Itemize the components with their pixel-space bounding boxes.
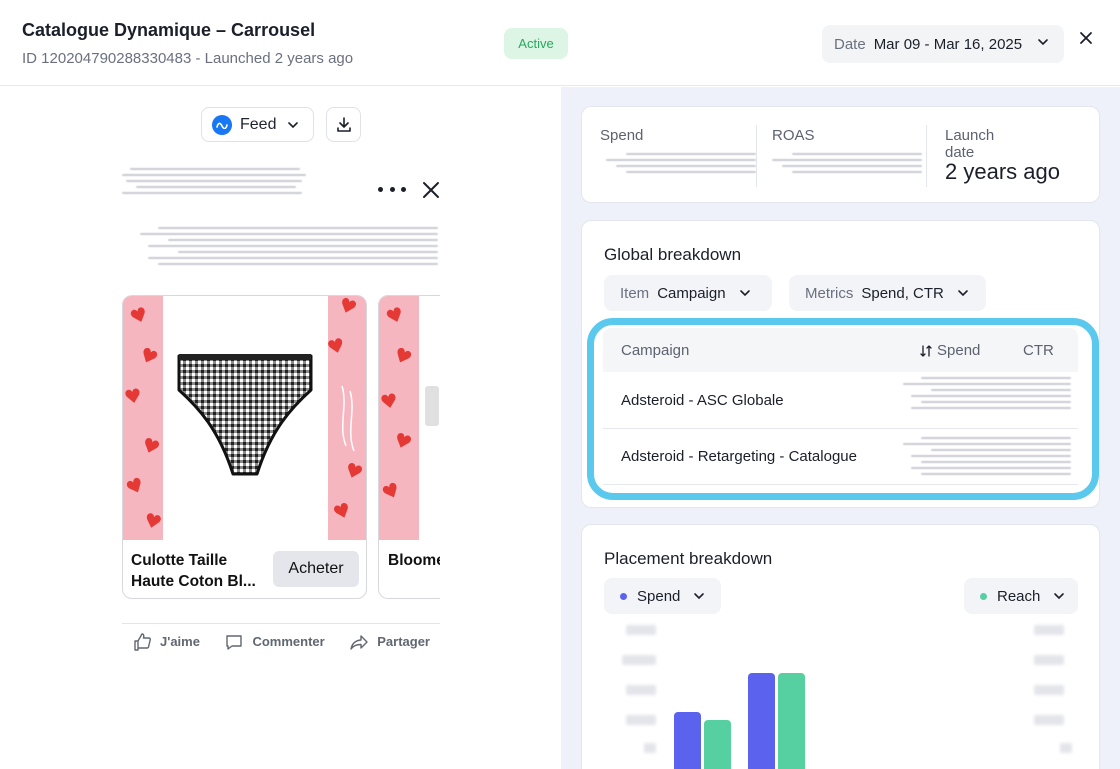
blurred-axis-tick bbox=[1034, 715, 1064, 725]
date-label: Date bbox=[834, 35, 866, 53]
divider bbox=[926, 125, 927, 187]
metrics-value: Spend, CTR bbox=[861, 284, 944, 302]
blurred-axis-tick bbox=[622, 655, 656, 665]
chevron-down-icon bbox=[739, 290, 750, 297]
column-header-spend-label: Spend bbox=[937, 342, 981, 359]
item-select[interactable]: Item Campaign bbox=[604, 275, 772, 311]
column-header-campaign[interactable]: Campaign bbox=[621, 342, 689, 359]
blurred-axis-tick bbox=[1034, 685, 1064, 695]
launch-date-value: 2 years ago bbox=[945, 159, 1060, 184]
item-label: Item bbox=[620, 284, 650, 302]
bar-reach-1[interactable] bbox=[704, 720, 731, 769]
product-image bbox=[123, 296, 366, 540]
campaign-name: Adsteroid - ASC Globale bbox=[621, 392, 784, 409]
blurred-axis-tick bbox=[626, 685, 656, 695]
hearts-pattern bbox=[328, 296, 366, 540]
blurred-axis-tick bbox=[626, 625, 656, 635]
right-metric-value: Reach bbox=[997, 587, 1041, 605]
ad-preview-pane: Feed Culotte Taille Haute Coton Bl... Ac… bbox=[0, 87, 560, 769]
left-metric-select[interactable]: Spend bbox=[604, 578, 721, 614]
status-badge: Active bbox=[504, 28, 568, 59]
close-post-icon[interactable] bbox=[420, 179, 442, 201]
carousel-card[interactable]: Bloomers BIO - B bbox=[378, 295, 440, 599]
carousel-card[interactable]: Culotte Taille Haute Coton Bl... Acheter bbox=[122, 295, 367, 599]
date-range-button[interactable]: Date Mar 09 - Mar 16, 2025 bbox=[822, 25, 1064, 63]
right-metric-select[interactable]: Reach bbox=[964, 578, 1078, 614]
close-button[interactable] bbox=[1074, 26, 1098, 50]
like-label: J'aime bbox=[160, 634, 200, 649]
bar-reach-2[interactable] bbox=[778, 673, 805, 769]
meta-icon bbox=[212, 114, 232, 135]
table-row[interactable]: Adsteroid - Retargeting - Catalogue bbox=[603, 429, 1078, 485]
blurred-roas-value bbox=[772, 153, 922, 177]
download-button[interactable] bbox=[326, 107, 361, 142]
thumbs-up-icon bbox=[134, 632, 151, 651]
campaign-table: Campaign Spend CTR Adsteroid - ASC Globa… bbox=[603, 328, 1078, 488]
modal-header: Catalogue Dynamique – Carrousel ID 12020… bbox=[0, 0, 1120, 86]
hearts-pattern bbox=[123, 296, 163, 540]
roas-label: ROAS bbox=[772, 127, 815, 144]
placement-breakdown-card: Placement breakdown Spend Reach bbox=[581, 524, 1100, 769]
launch-date-label: Launch date bbox=[945, 127, 995, 161]
column-header-ctr[interactable]: CTR bbox=[1023, 342, 1054, 359]
product-title: Culotte Taille Haute Coton Bl... bbox=[131, 552, 256, 590]
ad-title: Catalogue Dynamique – Carrousel bbox=[22, 20, 316, 40]
metrics-label: Metrics bbox=[805, 284, 854, 302]
hearts-pattern bbox=[379, 296, 419, 540]
carousel-card-2-clip: Bloomers BIO - B bbox=[378, 287, 440, 607]
metrics-select[interactable]: Metrics Spend, CTR bbox=[789, 275, 986, 311]
sort-icon bbox=[920, 344, 932, 357]
table-row[interactable]: Adsteroid - ASC Globale bbox=[603, 373, 1078, 429]
global-breakdown-title: Global breakdown bbox=[604, 245, 742, 264]
placement-breakdown-title: Placement breakdown bbox=[604, 549, 773, 568]
reach-legend-dot bbox=[980, 592, 987, 600]
left-metric-value: Spend bbox=[637, 587, 681, 605]
date-value: Mar 09 - Mar 16, 2025 bbox=[873, 35, 1023, 53]
blurred-row-values bbox=[903, 377, 1071, 413]
stats-card: Spend ROAS Launch date 2 years ago bbox=[581, 106, 1100, 203]
blurred-page-name bbox=[122, 168, 306, 198]
blurred-axis-tick bbox=[1034, 625, 1064, 635]
blurred-axis-tick bbox=[1034, 655, 1064, 665]
placement-value: Feed bbox=[240, 115, 277, 133]
download-icon bbox=[336, 116, 351, 132]
bar-spend-1[interactable] bbox=[674, 712, 701, 769]
blurred-ad-text bbox=[140, 227, 438, 269]
comment-label: Commenter bbox=[252, 634, 325, 649]
column-header-spend[interactable]: Spend bbox=[919, 342, 980, 359]
product-image-edge bbox=[425, 386, 439, 426]
blurred-axis-tick bbox=[1060, 743, 1072, 753]
chevron-down-icon bbox=[1054, 593, 1065, 600]
chevron-down-icon bbox=[288, 121, 299, 128]
post-actions-bar: J'aime Commenter Partager bbox=[122, 623, 440, 659]
blurred-row-values bbox=[903, 437, 1071, 479]
placement-select[interactable]: Feed bbox=[201, 107, 314, 142]
cta-button[interactable]: Acheter bbox=[273, 551, 359, 587]
share-label: Partager bbox=[377, 634, 430, 649]
table-header: Campaign Spend CTR bbox=[603, 328, 1078, 372]
comment-button[interactable]: Commenter bbox=[224, 632, 325, 652]
bar-spend-2[interactable] bbox=[748, 673, 775, 769]
spend-label: Spend bbox=[600, 127, 644, 144]
product-title: Bloomers BIO - B bbox=[388, 552, 440, 569]
ad-subtitle: ID 120204790288330483 - Launched 2 years… bbox=[22, 50, 354, 67]
blurred-axis-tick bbox=[644, 743, 656, 753]
blurred-spend-value bbox=[606, 153, 756, 177]
close-icon bbox=[1080, 32, 1092, 44]
share-button[interactable]: Partager bbox=[349, 632, 430, 652]
item-value: Campaign bbox=[657, 284, 726, 302]
more-options-icon[interactable] bbox=[378, 177, 406, 201]
chevron-down-icon bbox=[1038, 39, 1048, 46]
panties-image bbox=[177, 354, 313, 476]
comment-icon bbox=[226, 634, 243, 650]
blurred-axis-tick bbox=[626, 715, 656, 725]
chevron-down-icon bbox=[694, 593, 705, 600]
divider bbox=[756, 125, 757, 187]
share-icon bbox=[350, 634, 368, 650]
campaign-name: Adsteroid - Retargeting - Catalogue bbox=[621, 448, 857, 465]
like-button[interactable]: J'aime bbox=[132, 632, 200, 652]
chevron-down-icon bbox=[958, 290, 968, 297]
spend-legend-dot bbox=[620, 592, 627, 600]
